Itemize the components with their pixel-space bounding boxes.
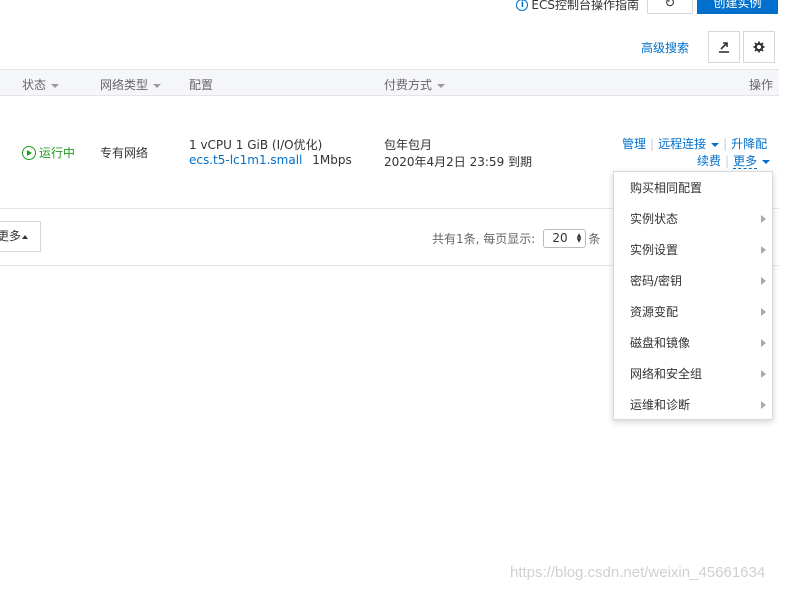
chevron-right-icon: [761, 215, 766, 223]
table-header: 状态 网络类型 配置 付费方式 操作: [0, 69, 779, 96]
network-type: 专有网络: [100, 146, 149, 160]
page-size-unit: 条: [588, 232, 601, 246]
top-toolbar: i ECS控制台操作指南 ↻ 创建实例: [0, 0, 791, 16]
menu-item-disk-image[interactable]: 磁盘和镜像: [614, 328, 772, 359]
spinner-icon: ▲ ▼: [576, 232, 582, 244]
manage-link[interactable]: 管理: [622, 137, 646, 151]
chevron-right-icon: [761, 277, 766, 285]
status-label: 运行中: [39, 146, 76, 160]
export-icon: [719, 42, 729, 53]
actions-column-header: 操作: [749, 78, 774, 92]
export-button[interactable]: [708, 31, 740, 63]
more-actions-link[interactable]: 更多: [733, 154, 771, 169]
advanced-search-link[interactable]: 高级搜索: [641, 39, 689, 56]
chevron-right-icon: [761, 246, 766, 254]
actions-line-2: 续费 | 更多: [697, 152, 771, 169]
network-column-header[interactable]: 网络类型: [100, 76, 162, 93]
gear-icon: [753, 41, 765, 53]
upgrade-link[interactable]: 升降配: [731, 137, 767, 151]
caret-up-icon: [22, 234, 29, 239]
status-badge: 运行中: [22, 144, 75, 161]
menu-item-instance-status[interactable]: 实例状态: [614, 204, 772, 235]
remote-connect-link[interactable]: 远程连接: [658, 137, 720, 151]
info-icon: i: [516, 0, 529, 11]
billing-column-header[interactable]: 付费方式: [384, 76, 446, 93]
config-detail: ecs.t5-lc1m1.small 1Mbps: [189, 153, 352, 167]
pagination: 共有1条, 每页显示: 20 ▲ ▼ 条: [432, 229, 600, 248]
config-column-header: 配置: [189, 78, 214, 92]
batch-more-button[interactable]: 更多: [0, 221, 41, 252]
create-instance-button[interactable]: 创建实例: [697, 0, 778, 14]
menu-item-buy-same-config[interactable]: 购买相同配置: [614, 173, 772, 204]
ecs-guide-link[interactable]: i ECS控制台操作指南: [516, 0, 639, 13]
chevron-down-icon: [711, 142, 720, 147]
refresh-button[interactable]: ↻: [647, 0, 693, 14]
settings-button[interactable]: [743, 31, 775, 63]
ecs-guide-label: ECS控制台操作指南: [531, 0, 639, 12]
chevron-down-icon: [51, 83, 60, 88]
chevron-right-icon: [761, 370, 766, 378]
menu-item-password-key[interactable]: 密码/密钥: [614, 266, 772, 297]
renew-link[interactable]: 续费: [697, 154, 721, 168]
expiry-date: 2020年4月2日 23:59 到期: [384, 155, 533, 169]
refresh-icon: ↻: [664, 0, 676, 11]
config-spec: 1 vCPU 1 GiB (I/O优化): [189, 138, 323, 152]
total-count-text: 共有1条, 每页显示:: [432, 232, 536, 246]
watermark: https://blog.csdn.net/weixin_45661634: [510, 564, 766, 581]
chevron-right-icon: [761, 308, 766, 316]
bandwidth: 1Mbps: [312, 153, 352, 167]
actions-line-1: 管理 | 远程连接 | 升降配: [622, 137, 768, 151]
chevron-right-icon: [761, 401, 766, 409]
instance-type-link[interactable]: ecs.t5-lc1m1.small: [189, 153, 302, 167]
menu-item-resource-change[interactable]: 资源变配: [614, 297, 772, 328]
billing-type: 包年包月: [384, 138, 433, 152]
menu-item-instance-settings[interactable]: 实例设置: [614, 235, 772, 266]
more-actions-menu: 购买相同配置 实例状态 实例设置 密码/密钥 资源变配 磁盘和镜像 网络和安全组…: [613, 171, 773, 420]
menu-item-network-security[interactable]: 网络和安全组: [614, 359, 772, 390]
chevron-down-icon: [437, 83, 446, 88]
status-column-header[interactable]: 状态: [22, 76, 60, 93]
chevron-right-icon: [761, 339, 766, 347]
play-icon: [22, 145, 36, 160]
menu-item-ops-diagnostics[interactable]: 运维和诊断: [614, 390, 772, 421]
chevron-down-icon: [153, 83, 162, 88]
page-size-select[interactable]: 20 ▲ ▼: [543, 229, 587, 248]
chevron-down-icon: [762, 159, 771, 164]
